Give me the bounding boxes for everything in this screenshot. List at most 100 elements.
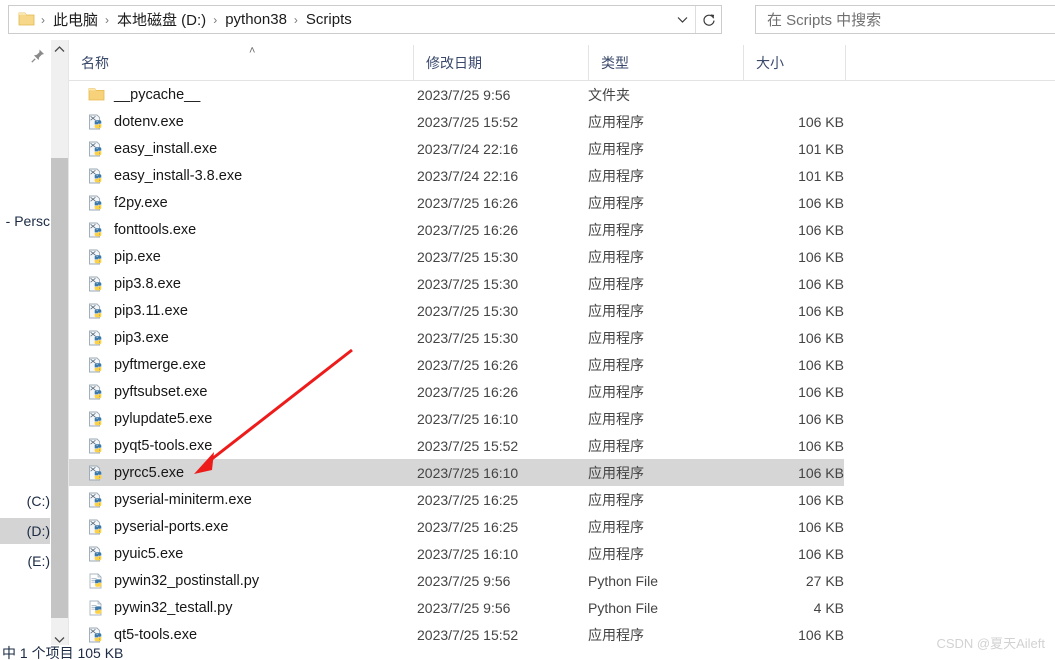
file-name-cell[interactable]: __pycache__ xyxy=(88,87,200,103)
address-bar[interactable]: › 此电脑 › 本地磁盘 (D:) › python38 › Scripts xyxy=(8,5,722,34)
file-name-cell[interactable]: qt5-tools.exe xyxy=(88,627,197,643)
column-header-label: 大小 xyxy=(756,54,784,71)
table-row[interactable]: pywin32_postinstall.py 2023/7/25 9:56 Pyth… xyxy=(69,567,844,594)
file-name-cell[interactable]: pip.exe xyxy=(88,249,161,265)
nav-item-drive-d[interactable]: (D:) xyxy=(0,518,50,544)
breadcrumb[interactable]: › 此电脑 › 本地磁盘 (D:) › python38 › Scripts xyxy=(35,9,670,30)
table-row[interactable]: pyuic5.exe 2023/7/25 16:10 应用程序 106 KB xyxy=(69,540,844,567)
refresh-icon[interactable] xyxy=(695,6,721,33)
table-row[interactable]: dotenv.exe 2023/7/25 15:52 应用程序 106 KB xyxy=(69,108,844,135)
table-row[interactable]: fonttools.exe 2023/7/25 16:26 应用程序 106 KB xyxy=(69,216,844,243)
file-name-cell[interactable]: fonttools.exe xyxy=(88,222,196,238)
file-name-cell[interactable]: pip3.8.exe xyxy=(88,276,181,292)
column-header-row: 名称 ˄ 修改日期 类型 大小 xyxy=(69,45,1055,81)
file-name-cell[interactable]: pyftsubset.exe xyxy=(88,384,208,400)
python-exe-icon xyxy=(88,546,105,562)
table-row[interactable]: f2py.exe 2023/7/25 16:26 应用程序 106 KB xyxy=(69,189,844,216)
file-name-label: pyuic5.exe xyxy=(114,545,184,562)
nav-item-onedrive[interactable]: - Persc xyxy=(0,208,50,234)
table-row[interactable]: pip3.11.exe 2023/7/25 15:30 应用程序 106 KB xyxy=(69,297,844,324)
column-header-date[interactable]: 修改日期 xyxy=(413,45,588,80)
pin-icon[interactable] xyxy=(30,48,46,64)
file-name-cell[interactable]: pip3.exe xyxy=(88,330,169,346)
file-name-cell[interactable]: pip3.11.exe xyxy=(88,303,188,319)
file-name-label: dotenv.exe xyxy=(114,113,184,130)
file-name-cell[interactable]: pyserial-miniterm.exe xyxy=(88,492,252,508)
file-name-cell[interactable]: easy_install.exe xyxy=(88,141,217,157)
file-name-label: qt5-tools.exe xyxy=(114,626,198,643)
table-row[interactable]: qt5-tools.exe 2023/7/25 15:52 应用程序 106 KB xyxy=(69,621,844,645)
scrollbar-thumb[interactable] xyxy=(51,158,68,618)
table-row[interactable]: pip3.exe 2023/7/25 15:30 应用程序 106 KB xyxy=(69,324,844,351)
column-header-name[interactable]: 名称 ˄ xyxy=(69,45,413,80)
file-date-cell: 2023/7/25 16:26 xyxy=(417,356,519,373)
file-name-cell[interactable]: pywin32_testall.py xyxy=(88,600,233,616)
python-exe-icon xyxy=(88,276,105,292)
breadcrumb-item-2[interactable]: python38 xyxy=(222,11,290,28)
table-row[interactable]: pywin32_testall.py 2023/7/25 9:56 Python F… xyxy=(69,594,844,621)
table-row[interactable]: pyserial-miniterm.exe 2023/7/25 16:25 应用程序… xyxy=(69,486,844,513)
table-row[interactable]: pyserial-ports.exe 2023/7/25 16:25 应用程序 106… xyxy=(69,513,844,540)
breadcrumb-item-0[interactable]: 此电脑 xyxy=(50,9,101,30)
python-exe-icon xyxy=(88,114,105,130)
search-input[interactable]: 在 Scripts 中搜索 xyxy=(756,9,881,30)
column-header-size[interactable]: 大小 xyxy=(743,45,845,80)
file-type-cell: 应用程序 xyxy=(588,248,644,265)
file-name-cell[interactable]: pyserial-ports.exe xyxy=(88,519,228,535)
file-type-cell: 应用程序 xyxy=(588,140,644,157)
nav-item-drive-c[interactable]: (C:) xyxy=(0,488,50,514)
breadcrumb-item-1[interactable]: 本地磁盘 (D:) xyxy=(114,9,209,30)
file-name-cell[interactable]: pyftmerge.exe xyxy=(88,357,206,373)
file-name-cell[interactable]: pyrcc5.exe xyxy=(88,465,184,481)
file-type-cell: 应用程序 xyxy=(588,383,644,400)
nav-item-drive-e[interactable]: (E:) xyxy=(0,548,50,574)
file-date-cell: 2023/7/25 16:10 xyxy=(417,464,519,481)
file-name-cell[interactable]: pyqt5-tools.exe xyxy=(88,438,212,454)
navigation-scrollbar[interactable] xyxy=(51,40,69,648)
table-row[interactable]: pyftsubset.exe 2023/7/25 16:26 应用程序 106 KB xyxy=(69,378,844,405)
table-row[interactable]: pylupdate5.exe 2023/7/25 16:10 应用程序 106 KB xyxy=(69,405,844,432)
file-name-label: pyqt5-tools.exe xyxy=(114,437,213,454)
navigation-pane[interactable]: - Persc (C:) (D:) (E:) xyxy=(0,40,50,645)
table-row[interactable]: pyftmerge.exe 2023/7/25 16:26 应用程序 106 KB xyxy=(69,351,844,378)
file-name-cell[interactable]: pywin32_postinstall.py xyxy=(88,573,259,589)
breadcrumb-item-3[interactable]: Scripts xyxy=(303,11,355,28)
table-row[interactable]: pyrcc5.exe 2023/7/25 16:10 应用程序 106 KB xyxy=(69,459,844,486)
file-size-cell: 106 KB xyxy=(798,221,844,238)
file-type-cell: 应用程序 xyxy=(588,410,644,427)
file-size-cell: 106 KB xyxy=(798,518,844,535)
chevron-up-icon[interactable] xyxy=(51,40,68,58)
file-date-cell: 2023/7/25 15:30 xyxy=(417,275,519,292)
chevron-down-icon[interactable] xyxy=(670,6,695,33)
file-name-label: easy_install-3.8.exe xyxy=(114,167,243,184)
folder-icon xyxy=(88,87,105,103)
table-row[interactable]: pip.exe 2023/7/25 15:30 应用程序 106 KB xyxy=(69,243,844,270)
python-exe-icon xyxy=(88,384,105,400)
table-row[interactable]: pyqt5-tools.exe 2023/7/25 15:52 应用程序 106 KB xyxy=(69,432,844,459)
file-type-cell: 应用程序 xyxy=(588,302,644,319)
file-name-label: pyftsubset.exe xyxy=(114,383,208,400)
breadcrumb-separator: › xyxy=(293,12,298,27)
watermark: CSDN @夏天Aileft xyxy=(936,636,1045,651)
file-list-pane[interactable]: 名称 ˄ 修改日期 类型 大小 __pycache__ 2023/7/25 9:5… xyxy=(69,40,1055,645)
file-date-cell: 2023/7/25 15:52 xyxy=(417,113,519,130)
file-name-cell[interactable]: dotenv.exe xyxy=(88,114,184,130)
file-name-cell[interactable]: easy_install-3.8.exe xyxy=(88,168,242,184)
file-name-label: f2py.exe xyxy=(114,194,168,211)
file-date-cell: 2023/7/25 16:25 xyxy=(417,518,519,535)
column-header-type[interactable]: 类型 xyxy=(588,45,743,80)
nav-item-label: (E:) xyxy=(27,553,50,569)
column-header-extra[interactable] xyxy=(845,45,1055,80)
file-size-cell: 101 KB xyxy=(798,140,844,157)
file-name-label: pyftmerge.exe xyxy=(114,356,206,373)
file-size-cell: 106 KB xyxy=(798,626,844,643)
table-row[interactable]: pip3.8.exe 2023/7/25 15:30 应用程序 106 KB xyxy=(69,270,844,297)
file-name-cell[interactable]: pylupdate5.exe xyxy=(88,411,212,427)
table-row[interactable]: easy_install.exe 2023/7/24 22:16 应用程序 101 K… xyxy=(69,135,844,162)
file-name-cell[interactable]: pyuic5.exe xyxy=(88,546,183,562)
file-name-cell[interactable]: f2py.exe xyxy=(88,195,168,211)
search-box[interactable]: 在 Scripts 中搜索 xyxy=(755,5,1055,34)
breadcrumb-separator: › xyxy=(105,12,110,27)
table-row[interactable]: easy_install-3.8.exe 2023/7/24 22:16 应用程序 1… xyxy=(69,162,844,189)
table-row[interactable]: __pycache__ 2023/7/25 9:56 文件夹 xyxy=(69,81,844,108)
